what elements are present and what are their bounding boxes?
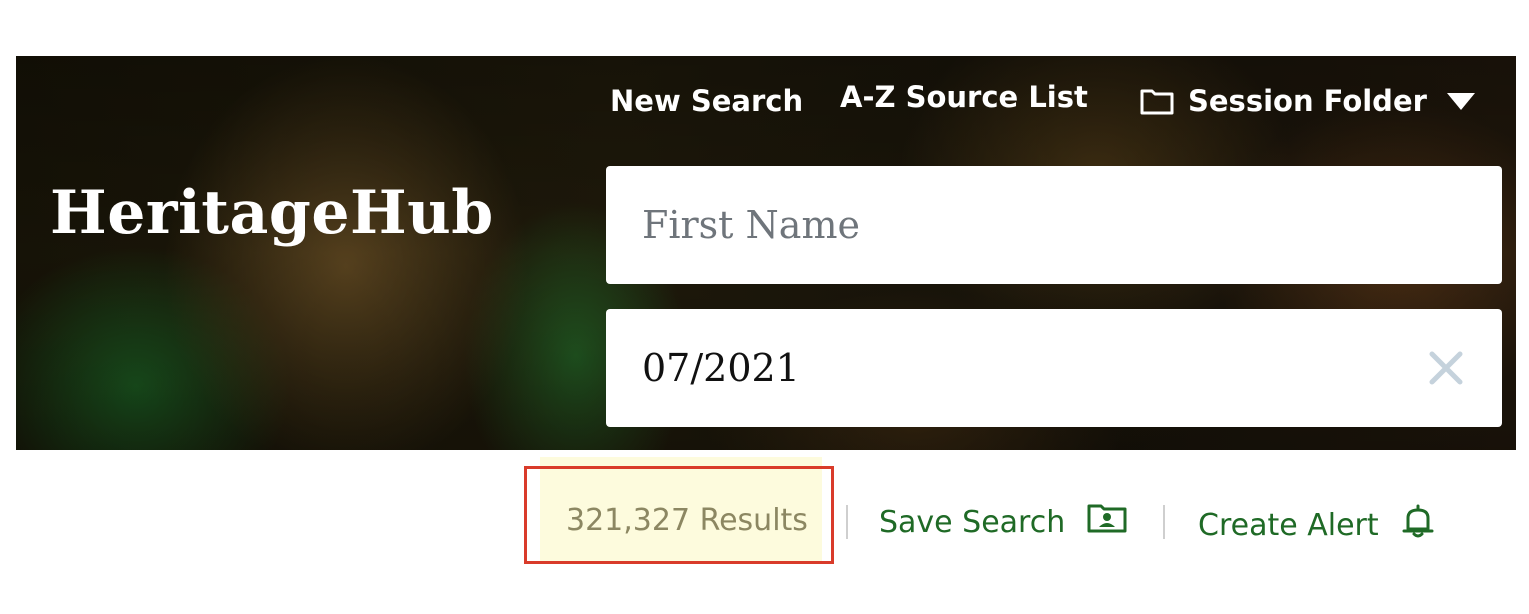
divider <box>846 505 848 539</box>
top-navigation: New Search A-Z Source List Session Folde… <box>610 78 1486 122</box>
session-folder-menu[interactable]: Session Folder <box>1140 84 1475 118</box>
hero-banner: HeritageHub New Search A-Z Source List S… <box>16 56 1516 450</box>
divider <box>1163 505 1165 539</box>
new-search-link[interactable]: New Search <box>610 84 803 118</box>
bell-icon <box>1401 503 1435 547</box>
results-count: 321,327 Results <box>566 503 808 538</box>
save-search-button[interactable]: Save Search <box>879 503 1127 541</box>
date-field-container <box>606 309 1502 427</box>
save-search-label: Save Search <box>879 504 1066 540</box>
create-alert-button[interactable]: Create Alert <box>1198 503 1435 547</box>
results-toolbar: 321,327 Results Save Search Create Alert <box>0 457 1529 565</box>
first-name-input[interactable] <box>606 166 1502 284</box>
close-icon[interactable] <box>1426 348 1466 388</box>
first-name-field-container <box>606 166 1502 284</box>
session-folder-label: Session Folder <box>1188 84 1427 118</box>
caret-down-icon <box>1446 92 1475 110</box>
folder-icon <box>1140 87 1174 115</box>
contact-card-folder-icon <box>1087 503 1127 541</box>
date-input[interactable] <box>606 309 1502 427</box>
az-source-list-link[interactable]: A-Z Source List <box>840 80 1088 114</box>
site-logo[interactable]: HeritageHub <box>50 178 494 248</box>
create-alert-label: Create Alert <box>1198 507 1379 543</box>
